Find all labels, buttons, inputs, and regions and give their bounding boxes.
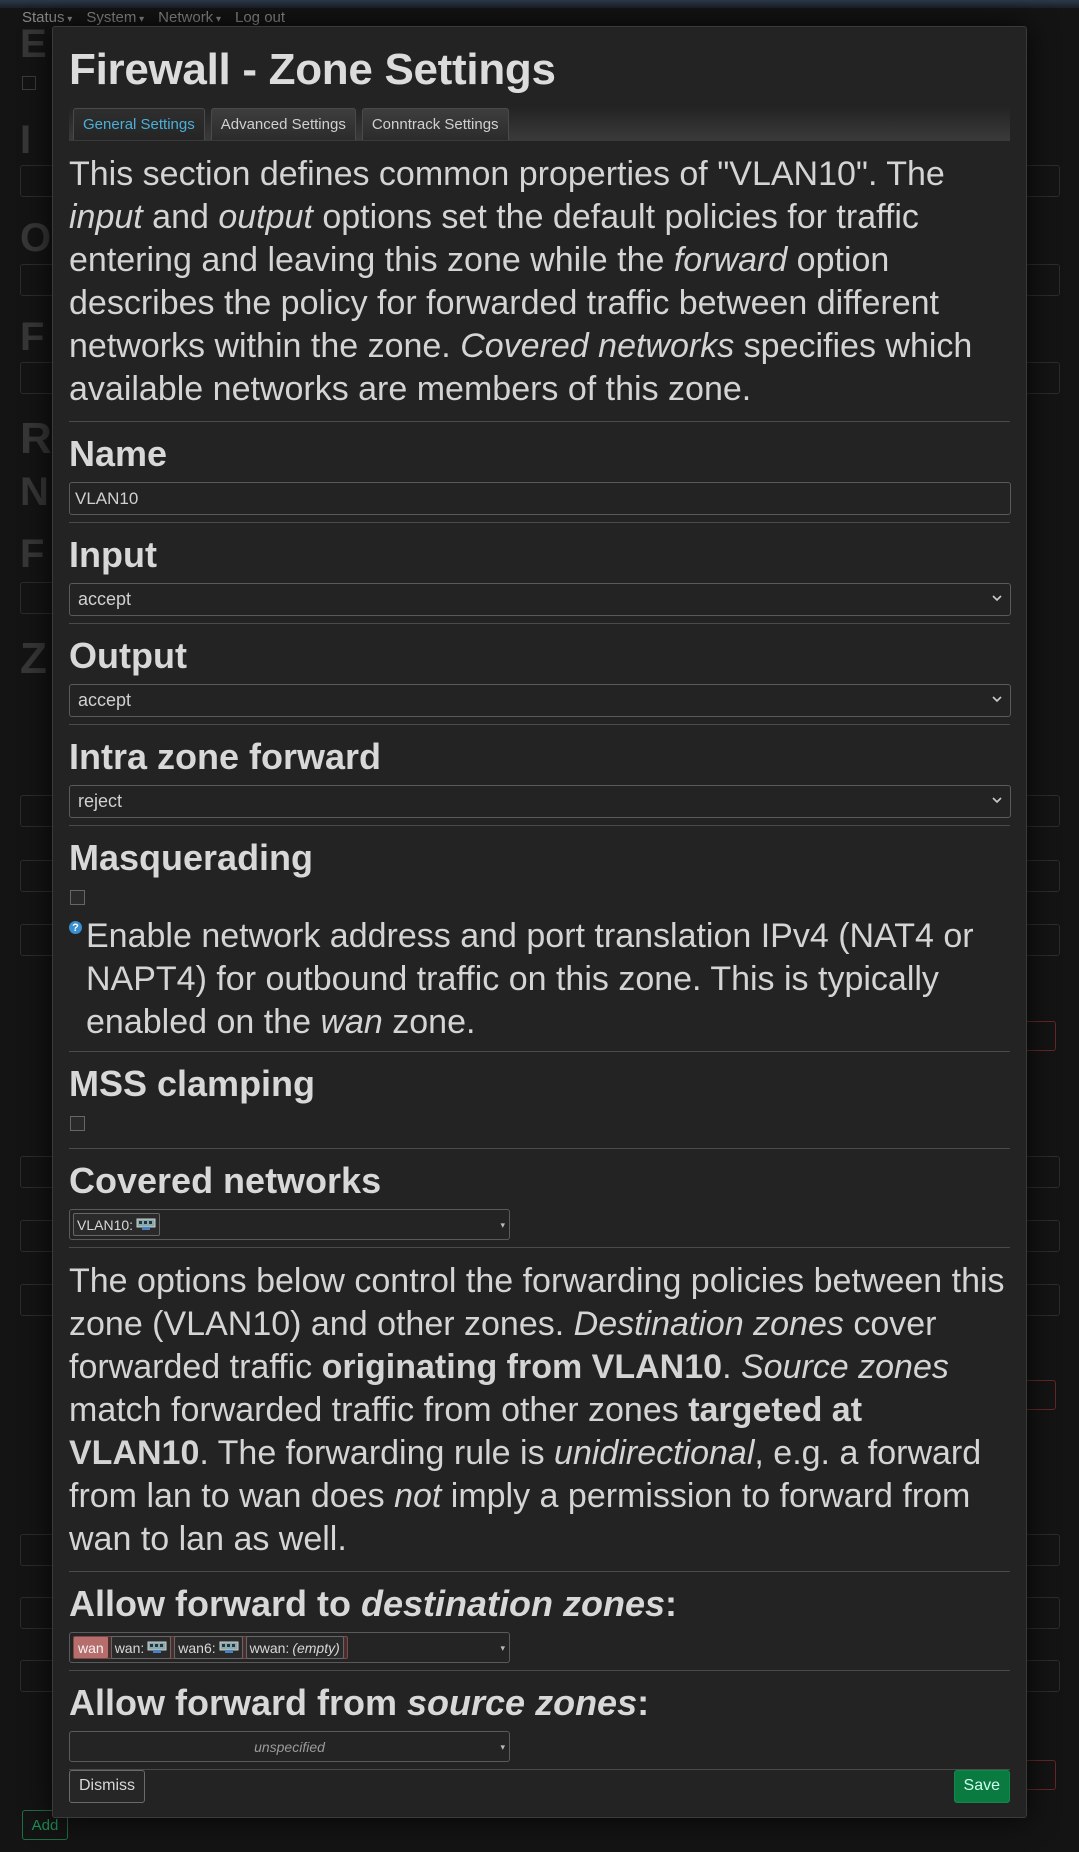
network-chip-vlan10: VLAN10: (73, 1213, 161, 1236)
output-policy-value: accept (78, 690, 132, 710)
nav-network[interactable]: Network (158, 9, 221, 26)
intra-zone-value: reject (78, 791, 123, 811)
zone-settings-modal: Firewall - Zone Settings General Setting… (52, 26, 1027, 1818)
masquerading-section: Masquerading ? Enable network address an… (69, 826, 1010, 1051)
masquerading-checkbox[interactable] (70, 890, 85, 905)
covered-networks-section: Covered networks VLAN10: ▾ (69, 1149, 1010, 1247)
intra-zone-section: Intra zone forward reject (69, 725, 1011, 825)
source-zones-placeholder: unspecified (254, 1738, 325, 1755)
zone-chip-wan: wan wan: wan6: wwan: (empty) (73, 1636, 348, 1659)
name-section: Name VLAN10 (69, 422, 1011, 522)
dismiss-button[interactable]: Dismiss (69, 1769, 145, 1803)
destination-zones-dropdown[interactable]: wan wan: wan6: wwan: (empty) ▾ (69, 1632, 510, 1663)
mss-label: MSS clamping (69, 1063, 316, 1104)
zone-net-wan: wan: (110, 1636, 172, 1659)
nav-logout[interactable]: Log out (235, 9, 285, 26)
source-zones-section: Allow forward from source zones: unspeci… (69, 1671, 1010, 1769)
help-icon: ? (69, 921, 82, 934)
intra-zone-select[interactable]: reject (69, 785, 1011, 818)
tab-conntrack-settings[interactable]: Conntrack Settings (361, 108, 509, 140)
source-zones-dropdown[interactable]: unspecified ▾ (69, 1731, 510, 1762)
masquerading-help: ? Enable network address and port transl… (69, 915, 1010, 1044)
tab-advanced-settings[interactable]: Advanced Settings (210, 108, 356, 140)
input-policy-select[interactable]: accept (69, 583, 1011, 616)
input-label: Input (69, 534, 157, 575)
masquerading-help-text: Enable network address and port translat… (86, 917, 974, 1041)
top-bar (0, 0, 1079, 8)
name-input[interactable]: VLAN10 (69, 482, 1011, 515)
intra-zone-label: Intra zone forward (69, 736, 382, 777)
covered-networks-dropdown[interactable]: VLAN10: ▾ (69, 1209, 510, 1240)
covered-networks-label: Covered networks (69, 1160, 382, 1201)
zone-net-wan6: wan6: (174, 1636, 243, 1659)
forwarding-description: The options below control the forwarding… (69, 1262, 1005, 1558)
masquerading-label: Masquerading (69, 837, 314, 878)
output-section: Output accept (69, 624, 1011, 724)
nav-system[interactable]: System (86, 9, 144, 26)
network-icon (147, 1641, 167, 1653)
input-policy-value: accept (78, 589, 132, 609)
save-button[interactable]: Save (953, 1769, 1010, 1803)
zone-chip-name: wan (74, 1637, 108, 1658)
input-section: Input accept (69, 523, 1011, 623)
dropdown-caret-icon: ▾ (500, 1643, 505, 1653)
modal-footer: Dismiss Save (69, 1769, 1010, 1803)
destination-zones-section: Allow forward to destination zones: wan … (69, 1572, 1010, 1670)
dropdown-caret-icon: ▾ (500, 1742, 505, 1752)
mss-clamping-checkbox[interactable] (70, 1116, 85, 1131)
dropdown-caret-icon: ▾ (500, 1220, 505, 1230)
top-nav: Status System Network Log out (22, 9, 285, 26)
chevron-down-icon (992, 595, 1002, 602)
network-icon (219, 1641, 239, 1653)
name-label: Name (69, 433, 168, 474)
output-policy-select[interactable]: accept (69, 684, 1011, 717)
zone-net-wwan: wwan: (empty) (245, 1636, 344, 1659)
modal-title: Firewall - Zone Settings (69, 45, 556, 94)
source-zones-label: Allow forward from source zones: (69, 1682, 650, 1723)
tab-bar: General Settings Advanced Settings Connt… (69, 107, 1010, 141)
chevron-down-icon (992, 696, 1002, 703)
network-icon (136, 1218, 156, 1230)
tab-general-settings[interactable]: General Settings (73, 108, 205, 140)
mss-section: MSS clamping (69, 1052, 1010, 1148)
output-label: Output (69, 635, 187, 676)
destination-zones-label: Allow forward to destination zones: (69, 1583, 678, 1624)
chevron-down-icon (992, 797, 1002, 804)
network-chip-label: VLAN10: (77, 1216, 134, 1233)
section-description: This section defines common properties o… (69, 155, 973, 408)
